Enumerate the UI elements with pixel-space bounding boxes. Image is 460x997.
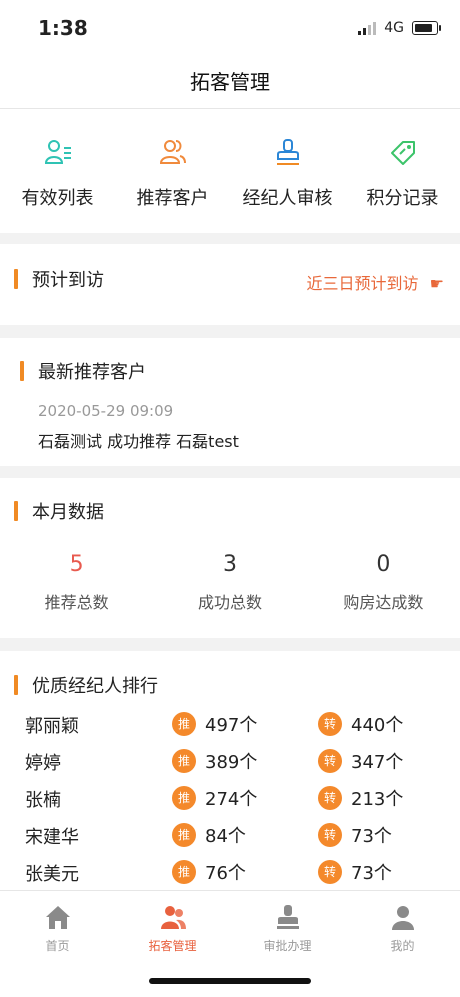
push-count: 84个 [205, 826, 246, 847]
push-badge: 推 [172, 749, 196, 773]
user-list-icon [44, 140, 71, 164]
agent-name: 婷婷 [25, 753, 61, 774]
users-icon [159, 140, 186, 164]
section-accent-bar [14, 675, 18, 695]
menu-item-recommend-customer[interactable]: 推荐客户 [115, 109, 230, 233]
transfer-count: 440个 [351, 715, 404, 736]
recent-visit-link[interactable]: 近三日预计到访 ☛ [307, 270, 444, 294]
transfer-count: 73个 [351, 826, 392, 847]
tab-label: 拓客管理 [148, 939, 197, 953]
push-count: 274个 [205, 789, 258, 810]
stat-label: 购房达成数 [343, 593, 424, 612]
section-title: 本月数据 [32, 502, 104, 523]
agent-name: 郭丽颖 [25, 716, 79, 737]
ranking-row[interactable]: 宋建华 推 84个 转 73个 [0, 817, 460, 853]
recommend-text[interactable]: 石磊测试 成功推荐 石磊test [38, 428, 239, 452]
ranking-row[interactable]: 郭丽颖 推 497个 转 440个 [0, 706, 460, 742]
stat-recommend-total[interactable]: 5 推荐总数 [0, 552, 153, 613]
pointing-hand-icon: ☛ [429, 274, 444, 293]
home-icon [45, 906, 70, 929]
section-title: 最新推荐客户 [38, 362, 146, 383]
menu-item-points-record[interactable]: 积分记录 [345, 109, 460, 233]
push-badge: 推 [172, 786, 196, 810]
monthly-section-header: 本月数据 [14, 498, 104, 524]
customers-icon [160, 906, 186, 929]
menu-label: 推荐客户 [136, 188, 209, 209]
transfer-badge: 转 [318, 786, 342, 810]
tab-label: 审批办理 [263, 939, 312, 953]
ranking-row[interactable]: 张美元 推 76个 转 73个 [0, 854, 460, 890]
stamp-icon [276, 139, 299, 165]
stat-value: 3 [222, 552, 237, 577]
recent-visit-label: 近三日预计到访 [306, 274, 419, 293]
push-count: 497个 [205, 715, 258, 736]
monthly-stats: 5 推荐总数 3 成功总数 0 购房达成数 [0, 552, 460, 613]
section-accent-bar [14, 501, 18, 521]
push-badge: 推 [172, 712, 196, 736]
stat-value: 5 [69, 552, 84, 577]
agent-name: 宋建华 [25, 827, 79, 848]
agent-name: 张楠 [25, 790, 61, 811]
recommend-section-header: 最新推荐客户 [20, 358, 146, 384]
transfer-count: 347个 [351, 752, 404, 773]
ranking-row[interactable]: 张楠 推 274个 转 213个 [0, 780, 460, 816]
approval-stamp-icon [276, 905, 299, 929]
transfer-badge: 转 [318, 823, 342, 847]
push-count: 76个 [205, 863, 246, 884]
tab-label: 首页 [45, 939, 70, 953]
stat-value: 0 [376, 552, 391, 577]
stat-purchase-total[interactable]: 0 购房达成数 [307, 552, 460, 613]
tab-label: 我的 [390, 939, 415, 953]
tag-icon [390, 141, 415, 165]
visit-section-header: 预计到访 [14, 266, 104, 292]
status-bar: 1:38 4G [0, 0, 460, 56]
ranking-row[interactable]: 婷婷 推 389个 转 347个 [0, 743, 460, 779]
section-accent-bar [14, 269, 18, 289]
section-accent-bar [20, 361, 24, 381]
menu-label: 有效列表 [21, 188, 94, 209]
section-title: 预计到访 [32, 270, 104, 291]
menu-label: 经纪人审核 [242, 188, 333, 209]
stat-label: 推荐总数 [44, 593, 109, 612]
transfer-badge: 转 [318, 860, 342, 884]
battery-icon [412, 21, 441, 35]
status-time: 1:38 [38, 16, 88, 40]
transfer-count: 73个 [351, 863, 392, 884]
status-icons: 4G [358, 20, 441, 36]
menu-item-valid-list[interactable]: 有效列表 [0, 109, 115, 233]
home-indicator[interactable] [149, 978, 311, 984]
nav-bar: 拓客管理 [0, 56, 460, 109]
page-title: 拓客管理 [190, 70, 270, 94]
stat-success-total[interactable]: 3 成功总数 [153, 552, 306, 613]
signal-icon [358, 21, 377, 35]
transfer-badge: 转 [318, 749, 342, 773]
push-count: 389个 [205, 752, 258, 773]
tab-mine[interactable]: 我的 [345, 891, 460, 997]
recommend-time: 2020-05-29 09:09 [38, 402, 174, 420]
transfer-count: 213个 [351, 789, 404, 810]
quick-menu: 有效列表 推荐客户 经纪人审核 积分记录 [0, 109, 460, 233]
stat-label: 成功总数 [197, 593, 262, 612]
push-badge: 推 [172, 860, 196, 884]
menu-label: 积分记录 [366, 188, 439, 209]
transfer-badge: 转 [318, 712, 342, 736]
push-badge: 推 [172, 823, 196, 847]
profile-icon [391, 906, 414, 930]
tab-home[interactable]: 首页 [0, 891, 115, 997]
section-title: 优质经纪人排行 [32, 676, 158, 697]
ranking-section-header: 优质经纪人排行 [14, 672, 158, 698]
network-label: 4G [384, 20, 404, 36]
agent-name: 张美元 [25, 864, 79, 885]
menu-item-agent-review[interactable]: 经纪人审核 [230, 109, 345, 233]
